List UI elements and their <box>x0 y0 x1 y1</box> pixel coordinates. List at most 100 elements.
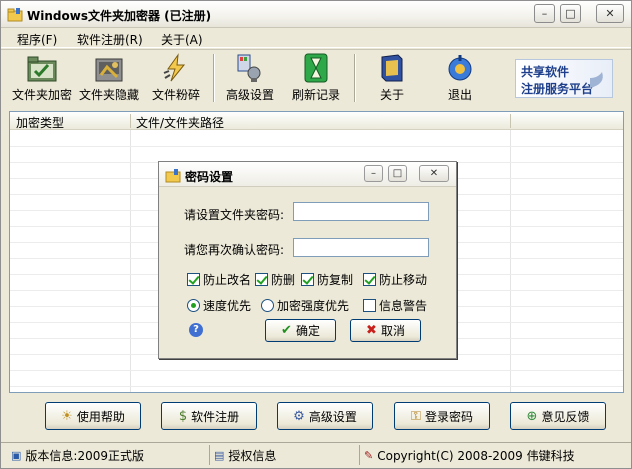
checkbox-box[interactable] <box>301 273 314 286</box>
radio-circle[interactable] <box>187 299 200 312</box>
dialog-maximize-button[interactable]: □ <box>388 165 407 182</box>
help-icon[interactable]: ? <box>189 323 203 337</box>
document-icon: ▤ <box>214 448 225 462</box>
confirm-password-input[interactable] <box>293 238 429 257</box>
share-register-badge[interactable]: 共享软件 注册服务平台 <box>515 59 613 98</box>
ok-button[interactable]: ✔ 确定 <box>265 319 336 342</box>
speed-priority-radio[interactable]: 速度优先 <box>187 297 251 314</box>
column-encrypt-type[interactable]: 加密类型 <box>16 114 64 131</box>
folder-encrypt-icon <box>27 56 57 82</box>
column-divider <box>130 114 131 128</box>
advanced-settings-button[interactable]: ⚙ 高级设置 <box>277 402 373 430</box>
feedback-icon: ⊕ <box>526 408 538 424</box>
menu-program[interactable]: 程序(F) <box>17 31 57 48</box>
radio-circle[interactable] <box>261 299 274 312</box>
checkbox-box[interactable] <box>363 273 376 286</box>
toolbar-separator <box>213 54 215 102</box>
button-label: 登录密码 <box>424 409 473 424</box>
checkbox-label: 防删 <box>271 273 296 287</box>
minimize-button[interactable]: – <box>534 4 555 23</box>
advanced-settings-icon <box>237 54 261 82</box>
login-password-button[interactable]: ⚿ 登录密码 <box>394 402 490 430</box>
tool-advanced-settings[interactable]: 高级设置 <box>223 53 277 105</box>
maximize-button[interactable]: □ <box>560 4 581 23</box>
exit-icon <box>448 55 472 81</box>
cancel-button[interactable]: ✖ 取消 <box>350 319 421 342</box>
dialog-minimize-button[interactable]: – <box>364 165 383 182</box>
share-line-2: 注册服务平台 <box>521 82 594 96</box>
button-label: 软件注册 <box>191 409 240 424</box>
tool-refresh-records[interactable]: 刷新记录 <box>289 53 343 105</box>
prevent-delete-checkbox[interactable]: 防删 <box>255 271 295 288</box>
button-label: 使用帮助 <box>76 409 125 424</box>
tool-folder-encrypt[interactable]: 文件夹加密 <box>9 53 75 105</box>
money-bag-icon: $ <box>178 408 188 424</box>
pen-icon: ✎ <box>364 448 374 462</box>
menu-register[interactable]: 软件注册(R) <box>77 31 143 48</box>
folder-hide-icon <box>95 58 123 82</box>
tool-exit[interactable]: 退出 <box>433 53 487 105</box>
settings-icon: ⚙ <box>293 408 305 424</box>
tool-label: 文件粉碎 <box>151 88 200 102</box>
share-line-1: 共享软件 <box>521 65 570 79</box>
menu-about[interactable]: 关于(A) <box>161 31 203 48</box>
lightbulb-icon: ☀ <box>61 408 73 424</box>
toolbar-separator <box>354 54 356 102</box>
prevent-rename-checkbox[interactable]: 防止改名 <box>187 271 251 288</box>
tool-label: 文件夹加密 <box>11 88 72 102</box>
checkbox-box[interactable] <box>255 273 268 286</box>
password-label: 请设置文件夹密码: <box>184 208 285 222</box>
help-button[interactable]: ☀ 使用帮助 <box>45 402 141 430</box>
menu-bar: 程序(F) 软件注册(R) 关于(A) <box>1 29 631 48</box>
confirm-password-label: 请您再次确认密码: <box>184 243 285 257</box>
prevent-copy-checkbox[interactable]: 防复制 <box>301 271 353 288</box>
column-path[interactable]: 文件/文件夹路径 <box>136 114 224 131</box>
dialog-title-bar[interactable]: 密码设置 – □ ✕ <box>159 162 456 187</box>
status-license: ▤ 授权信息 <box>209 445 357 465</box>
grid-row-line <box>10 146 623 147</box>
title-bar[interactable]: Windows文件夹加密器 (已注册) – □ ✕ <box>1 1 631 28</box>
close-button[interactable]: ✕ <box>596 4 624 23</box>
info-icon: ▣ <box>11 448 22 462</box>
button-label: 意见反馈 <box>541 409 590 424</box>
main-window: Windows文件夹加密器 (已注册) – □ ✕ 程序(F) 软件注册(R) … <box>0 0 632 469</box>
grid-line <box>510 130 511 392</box>
cancel-label: 取消 <box>380 324 405 338</box>
register-button[interactable]: $ 软件注册 <box>161 402 257 430</box>
window-title: Windows文件夹加密器 (已注册) <box>27 9 212 23</box>
app-folder-icon <box>7 8 23 22</box>
grid-line <box>130 130 131 392</box>
checkbox-box[interactable] <box>187 273 200 286</box>
tool-label: 关于 <box>379 88 404 102</box>
strength-priority-radio[interactable]: 加密强度优先 <box>261 297 349 314</box>
checkbox-label: 防止改名 <box>203 273 252 287</box>
radio-label: 加密强度优先 <box>277 299 350 313</box>
status-copyright-text: Copyright(C) 2008-2009 伟键科技 <box>377 448 575 463</box>
password-input[interactable] <box>293 202 429 221</box>
dialog-title: 密码设置 <box>185 170 234 184</box>
info-warning-checkbox[interactable]: 信息警告 <box>363 297 427 314</box>
prevent-move-checkbox[interactable]: 防止移动 <box>363 271 427 288</box>
radio-label: 速度优先 <box>203 299 252 313</box>
key-icon: ⚿ <box>411 408 421 424</box>
hourglass-icon <box>304 53 328 83</box>
status-version: ▣ 版本信息:2009正式版 <box>7 445 207 465</box>
checkbox-label: 防止移动 <box>379 273 428 287</box>
dialog-close-button[interactable]: ✕ <box>419 165 449 182</box>
feedback-button[interactable]: ⊕ 意见反馈 <box>510 402 606 430</box>
tool-label: 文件夹隐藏 <box>78 88 139 102</box>
tool-folder-hide[interactable]: 文件夹隐藏 <box>77 53 141 105</box>
tool-label: 退出 <box>447 88 472 102</box>
grid-row-line <box>10 370 623 371</box>
tool-file-shred[interactable]: 文件粉碎 <box>149 53 203 105</box>
tool-label: 高级设置 <box>225 88 274 102</box>
status-copyright: ✎ Copyright(C) 2008-2009 伟键科技 <box>359 445 627 465</box>
grid-row-line <box>10 386 623 387</box>
status-version-text: 版本信息:2009正式版 <box>25 448 144 463</box>
tool-label: 刷新记录 <box>291 88 340 102</box>
button-label: 高级设置 <box>308 409 357 424</box>
list-header: 加密类型 文件/文件夹路径 <box>10 112 623 130</box>
checkbox-box[interactable] <box>363 299 376 312</box>
ok-label: 确定 <box>295 324 320 338</box>
tool-about[interactable]: 关于 <box>365 53 419 105</box>
